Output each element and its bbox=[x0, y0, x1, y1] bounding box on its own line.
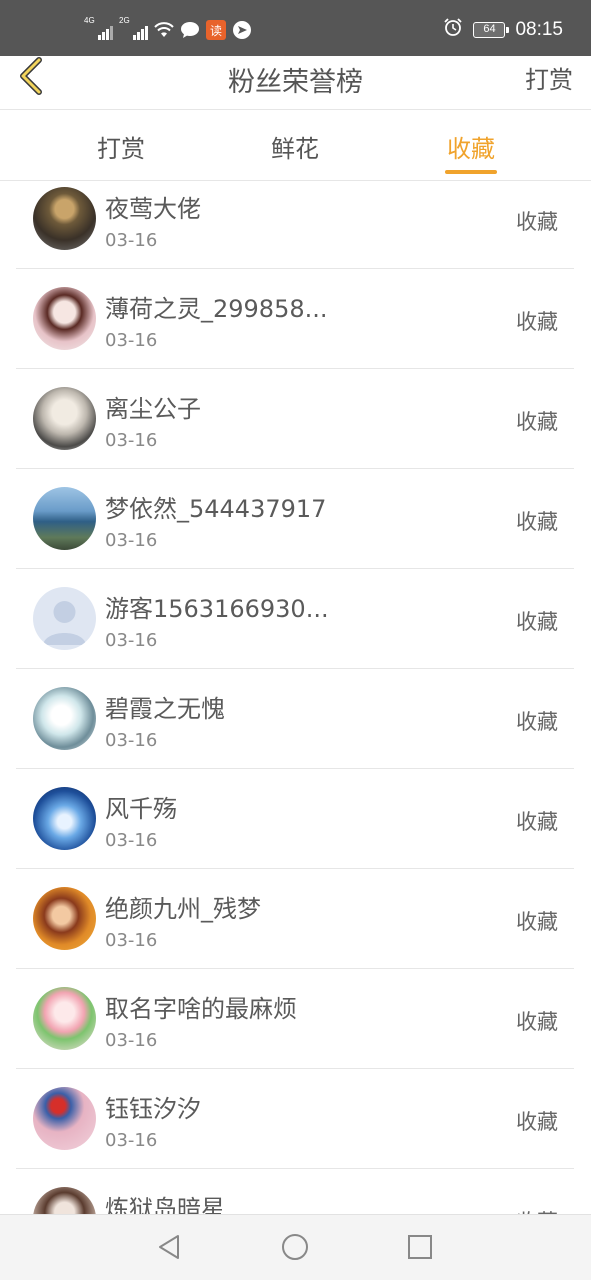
tab-label: 收藏 bbox=[447, 135, 495, 163]
fan-name: 风千殇 bbox=[105, 795, 177, 823]
list-item[interactable]: 夜莺大佬 03-16 收藏 bbox=[16, 169, 574, 269]
tab-label: 打赏 bbox=[97, 135, 145, 163]
fan-name: 梦依然_544437917 bbox=[105, 495, 327, 523]
fan-action: 收藏 bbox=[516, 310, 558, 334]
fan-name: 钰钰汐汐 bbox=[105, 1095, 201, 1123]
fan-name: 夜莺大佬 bbox=[105, 195, 201, 223]
home-circle-icon[interactable] bbox=[278, 1230, 312, 1264]
fan-date: 03-16 bbox=[105, 330, 158, 351]
app-notification-icon: 读 bbox=[206, 20, 226, 40]
fan-list[interactable]: 夜莺大佬 03-16 收藏 薄荷之灵_299858... 03-16 收藏 离尘… bbox=[0, 169, 591, 1214]
avatar bbox=[33, 687, 96, 750]
list-item[interactable]: 钰钰汐汐 03-16 收藏 bbox=[16, 1069, 574, 1169]
page-title: 粉丝荣誉榜 bbox=[228, 67, 363, 98]
alarm-icon bbox=[443, 17, 463, 43]
tab-favorites[interactable]: 收藏 bbox=[411, 129, 531, 174]
avatar bbox=[33, 887, 96, 950]
fan-action: 收藏 bbox=[516, 1110, 558, 1134]
fan-date: 03-16 bbox=[105, 1130, 158, 1151]
signal-icon: 4G bbox=[84, 16, 113, 40]
network-type-2: 2G bbox=[119, 16, 130, 25]
fan-name: 绝颜九州_残梦 bbox=[105, 895, 261, 923]
svg-text:读: 读 bbox=[210, 24, 222, 38]
fan-name: 碧霞之无愧 bbox=[105, 695, 225, 723]
fan-action: 收藏 bbox=[516, 410, 558, 434]
fan-name: 炼狱岛暗星 bbox=[105, 1195, 225, 1214]
avatar bbox=[33, 187, 96, 250]
fan-name: 薄荷之灵_299858... bbox=[105, 295, 328, 323]
list-item[interactable]: 薄荷之灵_299858... 03-16 收藏 bbox=[16, 269, 574, 369]
system-nav-bar bbox=[0, 1214, 591, 1280]
fan-action: 收藏 bbox=[516, 810, 558, 834]
fan-name: 游客1563166930... bbox=[105, 595, 329, 623]
fan-action: 收藏 bbox=[516, 210, 558, 234]
fan-action: 收藏 bbox=[516, 1010, 558, 1034]
list-item[interactable]: 炼狱岛暗星 03-16 收藏 bbox=[16, 1169, 574, 1214]
reward-button[interactable]: 打赏 bbox=[525, 60, 573, 95]
fan-date: 03-16 bbox=[105, 630, 158, 651]
avatar bbox=[33, 1087, 96, 1150]
app-header: 粉丝荣誉榜 打赏 bbox=[0, 56, 591, 110]
fan-action: 收藏 bbox=[516, 610, 558, 634]
fan-action: 收藏 bbox=[516, 1206, 558, 1214]
fan-action: 收藏 bbox=[516, 710, 558, 734]
avatar bbox=[33, 787, 96, 850]
fan-name: 离尘公子 bbox=[105, 395, 201, 423]
clock: 08:15 bbox=[515, 19, 563, 40]
signal-icon: 2G bbox=[119, 16, 148, 40]
battery-icon: 64 bbox=[473, 22, 510, 38]
back-triangle-icon[interactable] bbox=[152, 1230, 186, 1264]
list-item[interactable]: 游客1563166930... 03-16 收藏 bbox=[16, 569, 574, 669]
list-item[interactable]: 梦依然_544437917 03-16 收藏 bbox=[16, 469, 574, 569]
fan-date: 03-16 bbox=[105, 530, 158, 551]
fan-date: 03-16 bbox=[105, 730, 158, 751]
list-item[interactable]: 绝颜九州_残梦 03-16 收藏 bbox=[16, 869, 574, 969]
tab-reward[interactable]: 打赏 bbox=[61, 129, 181, 164]
fan-name: 取名字啥的最麻烦 bbox=[105, 995, 297, 1023]
list-item[interactable]: 碧霞之无愧 03-16 收藏 bbox=[16, 669, 574, 769]
vpn-icon bbox=[232, 20, 252, 40]
avatar bbox=[33, 487, 96, 550]
list-item[interactable]: 风千殇 03-16 收藏 bbox=[16, 769, 574, 869]
status-left: 4G 2G 读 bbox=[84, 16, 252, 42]
tab-flowers[interactable]: 鲜花 bbox=[235, 129, 355, 164]
avatar bbox=[33, 387, 96, 450]
avatar bbox=[33, 287, 96, 350]
fan-date: 03-16 bbox=[105, 430, 158, 451]
tab-label: 鲜花 bbox=[271, 135, 319, 163]
chat-notification-icon bbox=[180, 20, 200, 40]
status-bar: 4G 2G 读 64 08:15 bbox=[0, 0, 591, 56]
avatar bbox=[33, 1187, 96, 1214]
fan-date: 03-16 bbox=[105, 230, 158, 251]
fan-date: 03-16 bbox=[105, 830, 158, 851]
fan-date: 03-16 bbox=[105, 1030, 158, 1051]
network-type-1: 4G bbox=[84, 16, 95, 25]
list-item[interactable]: 离尘公子 03-16 收藏 bbox=[16, 369, 574, 469]
avatar bbox=[33, 987, 96, 1050]
wifi-icon bbox=[154, 20, 174, 40]
default-avatar-icon bbox=[43, 601, 86, 645]
status-right: 64 08:15 bbox=[443, 18, 563, 42]
fan-date: 03-16 bbox=[105, 930, 158, 951]
fan-action: 收藏 bbox=[516, 510, 558, 534]
fan-action: 收藏 bbox=[516, 910, 558, 934]
avatar bbox=[33, 587, 96, 650]
list-item[interactable]: 取名字啥的最麻烦 03-16 收藏 bbox=[16, 969, 574, 1069]
recents-square-icon[interactable] bbox=[403, 1230, 437, 1264]
